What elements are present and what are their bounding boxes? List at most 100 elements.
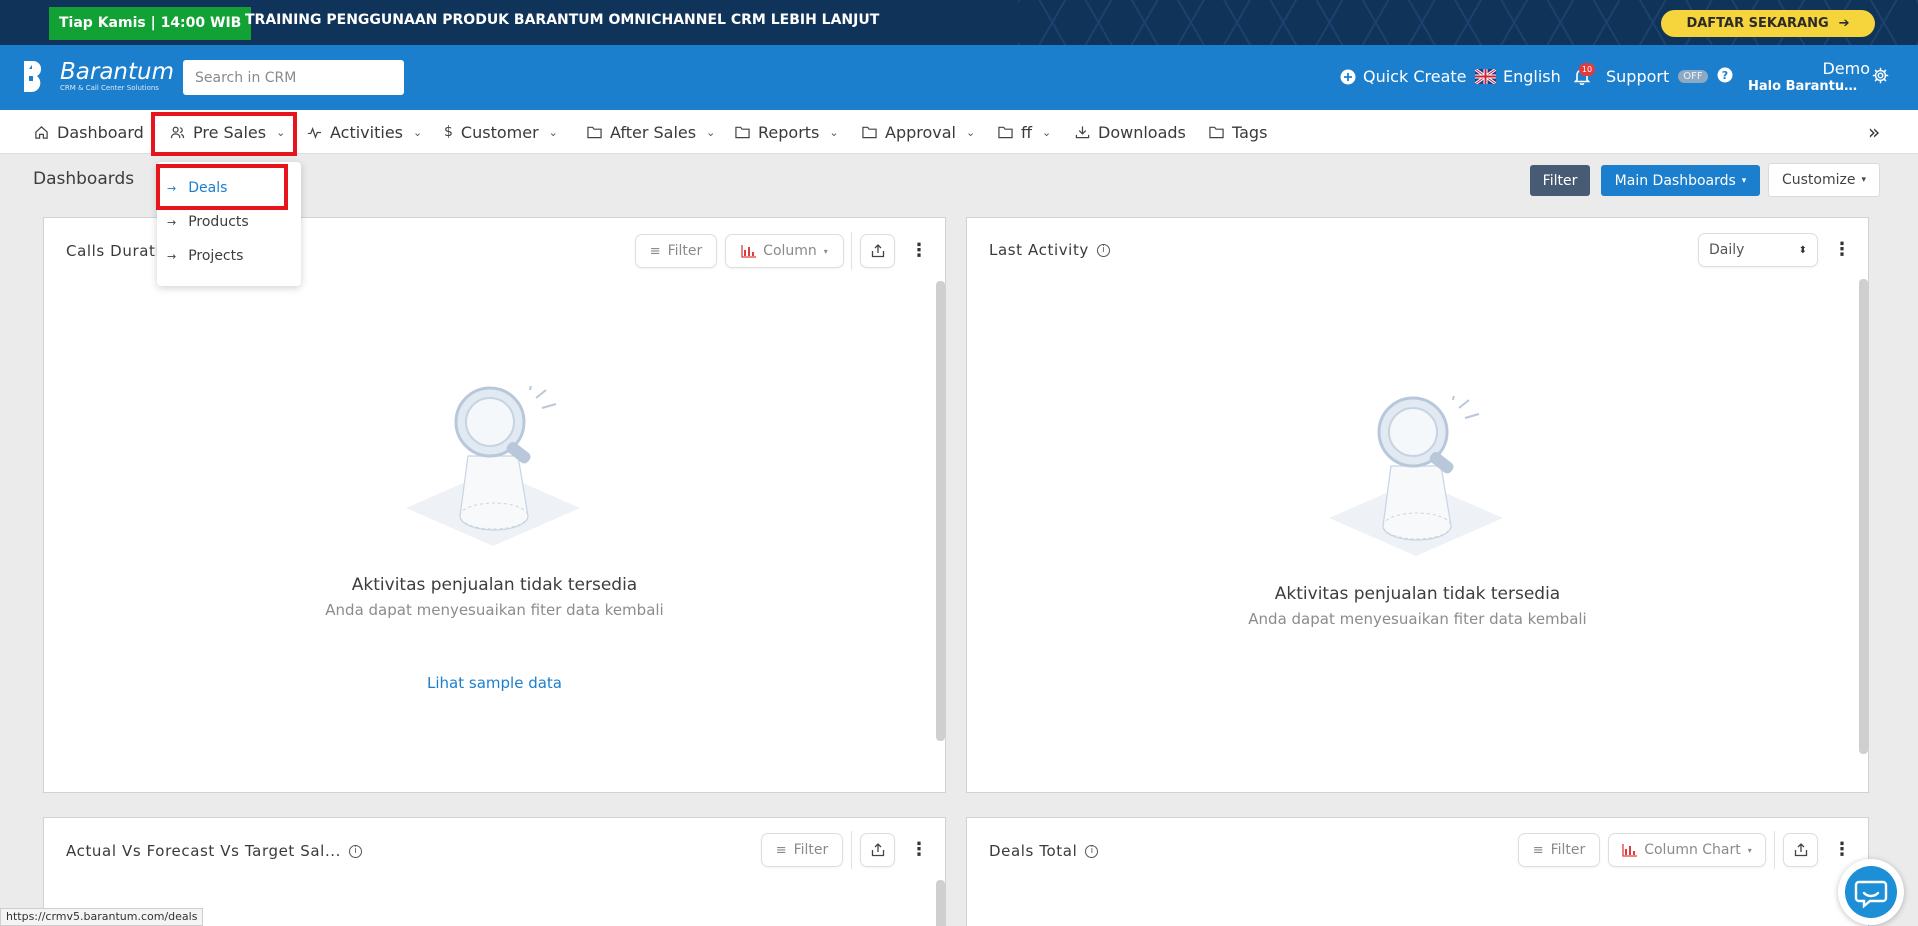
nav-dashboard-label: Dashboard bbox=[57, 122, 144, 142]
gear-icon bbox=[1872, 67, 1889, 84]
logo-tagline: CRM & Call Center Solutions bbox=[60, 84, 159, 92]
nav-downloads[interactable]: Downloads bbox=[1075, 110, 1186, 154]
menu-item-products[interactable]: → Products bbox=[167, 214, 249, 230]
nav-approval[interactable]: Approval ⌄ bbox=[862, 110, 975, 154]
export-button[interactable] bbox=[860, 833, 895, 867]
card-menu-icon[interactable]: ⋮ bbox=[910, 839, 928, 860]
nav-activities[interactable]: Activities ⌄ bbox=[307, 110, 422, 154]
card-title-text: Last Activity bbox=[989, 241, 1089, 259]
nav-expand-button[interactable]: » bbox=[1868, 110, 1880, 154]
chevron-down-icon: ⌄ bbox=[829, 125, 839, 139]
caret-down-icon: ▾ bbox=[1747, 845, 1752, 855]
folder-icon bbox=[587, 126, 602, 139]
activity-icon bbox=[307, 126, 322, 139]
settings-button[interactable] bbox=[1872, 67, 1889, 84]
nav-tags[interactable]: Tags bbox=[1209, 110, 1267, 154]
dashboard-filter-button[interactable]: Filter bbox=[1530, 165, 1590, 196]
chevron-down-icon: ⌄ bbox=[1042, 125, 1052, 139]
filter-lines-icon: ≡ bbox=[649, 243, 661, 259]
quick-create-label: Quick Create bbox=[1363, 67, 1467, 86]
nav-dashboard[interactable]: Dashboard bbox=[34, 110, 144, 154]
barantum-logo[interactable]: Barantum CRM & Call Center Solutions bbox=[20, 59, 174, 93]
nav-reports[interactable]: Reports ⌄ bbox=[735, 110, 839, 154]
notification-count-badge: 10 bbox=[1579, 63, 1595, 76]
register-now-button[interactable]: DAFTAR SEKARANG ➔ bbox=[1661, 10, 1875, 37]
empty-state-title: Aktivitas penjualan tidak tersedia bbox=[1274, 584, 1561, 604]
card-menu-icon[interactable]: ⋮ bbox=[1833, 839, 1851, 860]
promo-schedule-badge: Tiap Kamis | 14:00 WIB bbox=[49, 7, 252, 40]
card-menu-icon[interactable]: ⋮ bbox=[910, 240, 928, 261]
filter-lines-icon: ≡ bbox=[775, 842, 787, 858]
info-icon[interactable]: i bbox=[1085, 844, 1099, 858]
dollar-icon: $ bbox=[444, 124, 453, 140]
card-filter-button[interactable]: ≡ Filter bbox=[635, 234, 717, 268]
view-sample-data-link[interactable]: Lihat sample data bbox=[44, 674, 945, 692]
last-activity-card: Last Activity i Daily ⬍ ⋮ Aktivitas penj… bbox=[966, 217, 1869, 793]
nav-after-sales[interactable]: After Sales ⌄ bbox=[587, 110, 715, 154]
page-title: Dashboards bbox=[33, 169, 135, 189]
info-icon[interactable]: i bbox=[1096, 243, 1110, 257]
nav-after-sales-label: After Sales bbox=[610, 122, 697, 142]
card-title: Last Activity i bbox=[989, 241, 1110, 259]
chat-widget-button[interactable] bbox=[1838, 859, 1904, 925]
nav-customer-label: Customer bbox=[460, 122, 539, 142]
nav-approval-label: Approval bbox=[885, 122, 956, 142]
bar-chart-icon bbox=[741, 244, 757, 258]
export-button[interactable] bbox=[1783, 833, 1818, 867]
help-button[interactable]: ? bbox=[1717, 67, 1733, 83]
home-icon bbox=[35, 125, 48, 139]
customize-dropdown[interactable]: Customize ▾ bbox=[1768, 163, 1880, 197]
chart-type-dropdown[interactable]: Column Chart ▾ bbox=[1608, 833, 1766, 867]
card-title: Actual Vs Forecast Vs Target Sal... i bbox=[66, 842, 363, 860]
card-filter-button[interactable]: ≡ Filter bbox=[761, 833, 843, 867]
language-selector[interactable]: English bbox=[1475, 67, 1561, 86]
arrow-right-icon: ➔ bbox=[1838, 16, 1850, 31]
nav-tags-label: Tags bbox=[1232, 122, 1268, 142]
card-scrollbar[interactable] bbox=[936, 281, 945, 741]
arrow-right-icon: → bbox=[167, 215, 177, 229]
chevron-down-icon: ⌄ bbox=[706, 125, 716, 139]
card-menu-icon[interactable]: ⋮ bbox=[1833, 239, 1851, 260]
period-select[interactable]: Daily ⬍ bbox=[1698, 233, 1818, 267]
nav-customer[interactable]: $ Customer ⌄ bbox=[444, 110, 558, 154]
pre-sales-highlight bbox=[151, 112, 297, 156]
nav-ff-label: ff bbox=[1021, 122, 1033, 142]
nav-ff[interactable]: ff ⌄ bbox=[998, 110, 1051, 154]
main-dashboards-label: Main Dashboards bbox=[1614, 172, 1736, 189]
share-icon bbox=[871, 843, 884, 857]
info-icon[interactable]: i bbox=[349, 844, 363, 858]
logo-name: Barantum bbox=[60, 59, 175, 85]
support-status-toggle[interactable]: OFF bbox=[1678, 70, 1708, 83]
main-dashboards-dropdown[interactable]: Main Dashboards ▾ bbox=[1601, 165, 1760, 196]
support-toggle[interactable]: Support OFF bbox=[1606, 67, 1708, 86]
customize-label: Customize bbox=[1781, 172, 1856, 188]
share-icon bbox=[871, 244, 884, 258]
caret-down-icon: ▾ bbox=[1861, 175, 1867, 185]
language-label: English bbox=[1503, 67, 1561, 86]
card-title: Deals Total i bbox=[989, 842, 1099, 860]
question-circle-icon: ? bbox=[1717, 67, 1733, 83]
card-filter-button[interactable]: ≡ Filter bbox=[1518, 833, 1600, 867]
toolbar-divider bbox=[1774, 831, 1775, 869]
card-scrollbar[interactable] bbox=[936, 880, 945, 926]
double-chevron-right-icon: » bbox=[1868, 120, 1881, 144]
menu-item-projects[interactable]: → Projects bbox=[167, 248, 243, 264]
quick-create-button[interactable]: Quick Create bbox=[1340, 67, 1467, 86]
period-select-value: Daily bbox=[1709, 242, 1745, 258]
chart-type-dropdown[interactable]: Column ▾ bbox=[725, 234, 844, 268]
empty-state-subtitle: Anda dapat menyesuaikan fiter data kemba… bbox=[1248, 610, 1587, 628]
user-menu[interactable]: Demo Halo Barantum Demo bbox=[1748, 60, 1870, 96]
folder-icon bbox=[735, 126, 750, 139]
deals-highlight bbox=[156, 164, 288, 210]
menu-item-products-label: Products bbox=[188, 214, 249, 230]
logo-mark-icon bbox=[24, 60, 42, 92]
toolbar-divider bbox=[851, 232, 852, 270]
menu-item-projects-label: Projects bbox=[188, 248, 244, 264]
support-label: Support bbox=[1606, 67, 1670, 86]
crm-search-input[interactable] bbox=[183, 60, 404, 95]
promo-title: TRAINING PENGGUNAAN PRODUK BARANTUM OMNI… bbox=[245, 12, 880, 28]
sort-arrows-icon: ⬍ bbox=[1798, 244, 1807, 256]
user-name: Demo bbox=[1822, 59, 1870, 78]
export-button[interactable] bbox=[860, 234, 895, 268]
card-scrollbar[interactable] bbox=[1859, 279, 1868, 754]
